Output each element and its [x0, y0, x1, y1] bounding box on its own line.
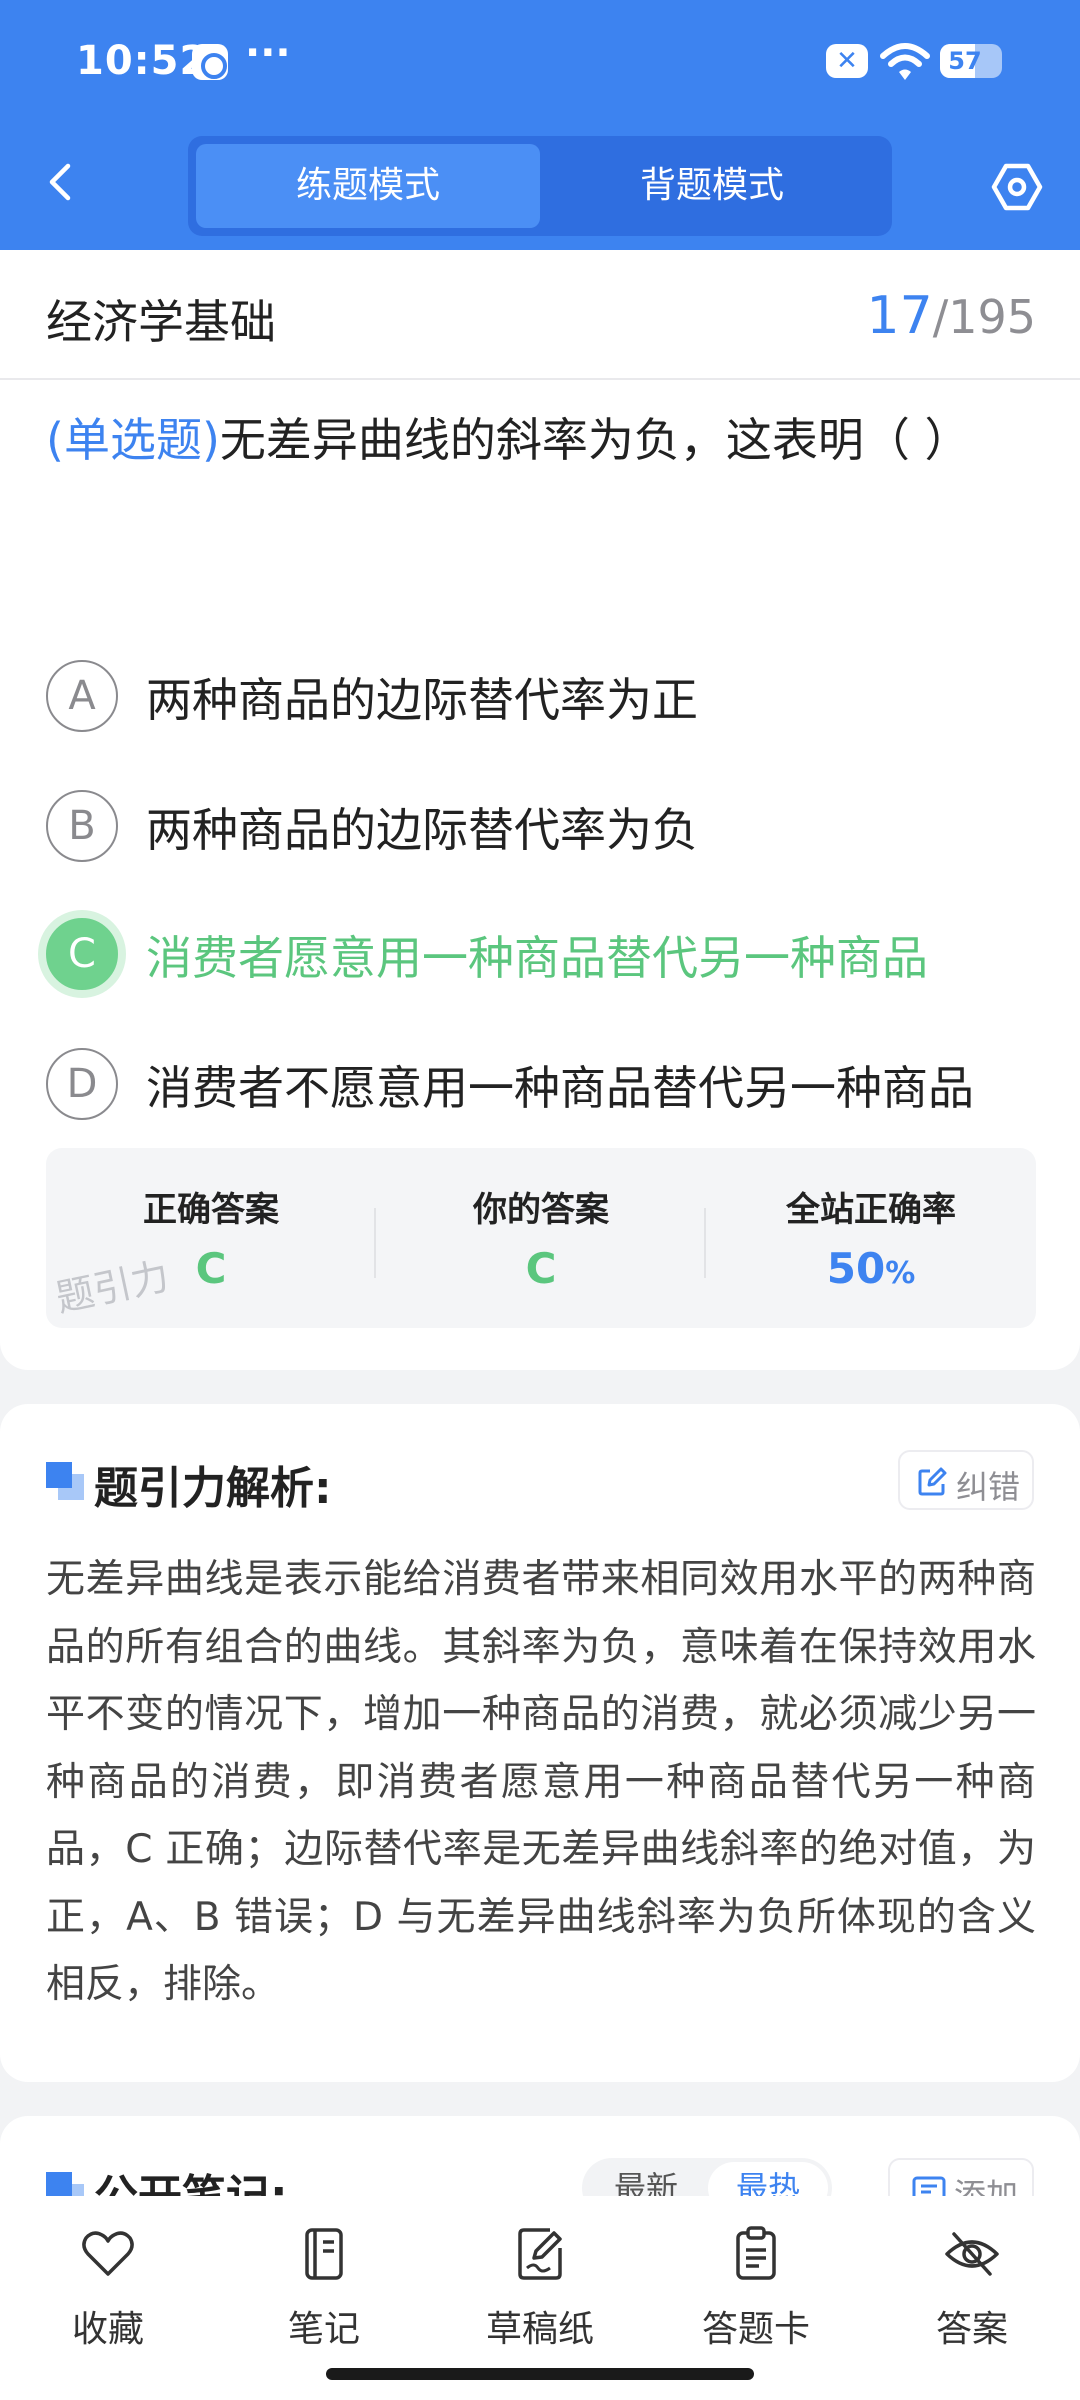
option-letter: C — [46, 918, 118, 990]
top-bar: 10:52 ··· ✕ 57 练题模式 背题模式 — [0, 0, 1080, 250]
your-answer-label: 你的答案 — [473, 1190, 609, 1230]
app-notification-icon — [192, 44, 228, 80]
tab-memorize-mode[interactable]: 背题模式 — [540, 144, 884, 228]
answer-stats: 正确答案 C 你的答案 C 全站正确率 50% 题引力 — [46, 1148, 1036, 1328]
analysis-text: 无差异曲线是表示能给消费者带来相同效用水平的两种商品的所有组合的曲线。其斜率为负… — [46, 1557, 1036, 2007]
counter-separator: / — [932, 290, 949, 344]
report-error-label: 纠错 — [956, 1468, 1021, 1506]
subject-row: 经济学基础 17/195 — [0, 250, 1080, 380]
battery-icon: 57 — [940, 44, 1002, 78]
option-d[interactable]: D 消费者不愿意用一种商品替代另一种商品 — [46, 1044, 1046, 1124]
stat-your-answer: 你的答案 C — [376, 1148, 706, 1328]
option-c[interactable]: C 消费者愿意用一种商品替代另一种商品 — [46, 914, 1046, 994]
question-card: 经济学基础 17/195 (单选题)无差异曲线的斜率为负，这表明（ ） A 两种… — [0, 250, 1080, 1370]
option-text: 消费者不愿意用一种商品替代另一种商品 — [146, 1061, 974, 1115]
accuracy-unit: % — [885, 1256, 916, 1291]
subject-title: 经济学基础 — [46, 295, 276, 349]
analysis-title: 题引力解析: — [94, 1463, 332, 1514]
wifi-icon — [880, 43, 930, 80]
nav-answer-sheet[interactable]: 答题卡 — [648, 2224, 864, 2354]
accuracy-value: 50% — [706, 1244, 1036, 1293]
nav-label: 答案 — [935, 2309, 1008, 2350]
nav-label: 答题卡 — [701, 2309, 810, 2350]
your-answer-value: C — [525, 1244, 557, 1293]
analysis-card: 题引力解析: 纠错 无差异曲线是表示能给消费者带来相同效用水平的两种商品的所有组… — [0, 1404, 1080, 2082]
section-marker-icon — [46, 1462, 84, 1500]
eye-off-icon — [945, 2232, 999, 2276]
settings-hexagon-icon[interactable] — [990, 160, 1044, 214]
heart-icon — [82, 2231, 134, 2276]
accuracy-label: 全站正确率 — [786, 1190, 956, 1230]
nav-favorite[interactable]: 收藏 — [0, 2224, 216, 2354]
home-indicator[interactable] — [326, 2368, 754, 2380]
draft-paper-icon — [518, 2228, 562, 2280]
more-notifications-icon: ··· — [245, 30, 291, 76]
question-stem: (单选题)无差异曲线的斜率为负，这表明（ ） — [46, 398, 1036, 482]
stat-accuracy: 全站正确率 50% — [706, 1148, 1036, 1328]
option-text: 消费者愿意用一种商品替代另一种商品 — [146, 931, 928, 985]
tab-practice-mode[interactable]: 练题模式 — [196, 144, 540, 228]
accuracy-number: 50 — [826, 1244, 886, 1293]
question-text: 无差异曲线的斜率为负，这表明（ ） — [219, 413, 971, 467]
nav-label: 笔记 — [287, 2309, 360, 2350]
answer-sheet-icon — [736, 2226, 776, 2280]
nav-draft-paper[interactable]: 草稿纸 — [432, 2224, 648, 2354]
nav-show-answer[interactable]: 答案 — [864, 2224, 1080, 2354]
option-letter: D — [46, 1048, 118, 1120]
muted-notification-icon: ✕ — [826, 44, 868, 78]
edit-icon — [918, 1467, 947, 1496]
mode-switch: 练题模式 背题模式 — [188, 136, 892, 236]
battery-level: 57 — [948, 47, 982, 75]
option-b[interactable]: B 两种商品的边际替代率为负 — [46, 786, 1046, 866]
question-counter[interactable]: 17/195 — [867, 286, 1036, 346]
nav-notes[interactable]: 笔记 — [216, 2224, 432, 2354]
question-type: (单选题) — [46, 413, 220, 467]
option-a[interactable]: A 两种商品的边际替代率为正 — [46, 656, 1046, 736]
option-text: 两种商品的边际替代率为正 — [146, 673, 698, 727]
back-arrow-icon[interactable] — [40, 160, 84, 204]
report-error-button[interactable]: 纠错 — [898, 1450, 1034, 1510]
correct-answer-label: 正确答案 — [143, 1190, 279, 1230]
notebook-icon — [305, 2228, 343, 2280]
status-bar: 10:52 ··· ✕ 57 — [0, 0, 1080, 120]
current-question-number: 17 — [866, 286, 933, 346]
nav-label: 草稿纸 — [485, 2309, 594, 2350]
total-question-count: 195 — [948, 290, 1036, 344]
option-text: 两种商品的边际替代率为负 — [146, 803, 698, 857]
status-time: 10:52 — [76, 38, 209, 84]
option-letter: A — [46, 660, 118, 732]
nav-label: 收藏 — [71, 2309, 144, 2350]
option-letter: B — [46, 790, 118, 862]
